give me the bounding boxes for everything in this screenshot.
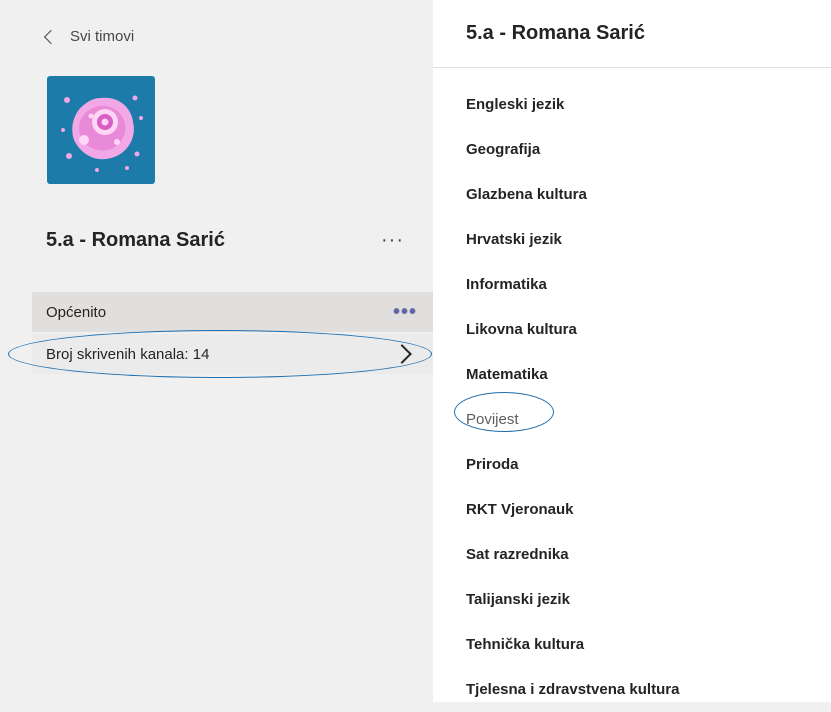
hidden-channel-item[interactable]: Engleski jezik [466,82,679,127]
channel-general[interactable]: Općenito ••• [32,292,433,332]
hidden-channel-item[interactable]: Tehnička kultura [466,622,679,667]
team-name: 5.a - Romana Sarić [46,228,225,251]
hidden-channels-panel: 5.a - Romana Sarić Engleski jezik Geogra… [433,0,831,702]
left-pane: Svi timovi 5.a - Romana Sarić ··· Općeni… [0,0,433,702]
hidden-channel-item[interactable]: Informatika [466,262,679,307]
hidden-channel-item[interactable]: Priroda [466,442,679,487]
back-to-teams-link[interactable]: Svi timovi [43,24,135,48]
channel-general-label: Općenito [46,303,107,321]
hidden-channel-list: Engleski jezik Geografija Glazbena kultu… [466,82,679,712]
back-link-label: Svi timovi [70,27,135,45]
hidden-channel-item[interactable]: Talijanski jezik [466,577,679,622]
team-avatar [47,76,155,184]
channel-more-options-icon[interactable]: ••• [393,302,417,322]
hidden-panel-title: 5.a - Romana Sarić [466,22,645,44]
team-header: 5.a - Romana Sarić ··· [46,222,408,258]
chevron-left-icon [43,29,59,44]
hidden-channels-label: Broj skrivenih kanala: 14 [46,345,210,363]
hidden-channels-row[interactable]: Broj skrivenih kanala: 14 [32,334,433,374]
hidden-channel-item[interactable]: Sat razrednika [466,532,679,577]
hidden-panel-header: 5.a - Romana Sarić [433,0,831,68]
hidden-channel-item-povijest[interactable]: Povijest [466,397,679,442]
hidden-channel-item[interactable]: Matematika [466,352,679,397]
hidden-channel-item[interactable]: Hrvatski jezik [466,217,679,262]
hidden-channel-item[interactable]: Tjelesna i zdravstvena kultura [466,667,679,712]
team-more-options-icon[interactable]: ··· [377,230,408,250]
hidden-channel-item[interactable]: Likovna kultura [466,307,679,352]
hidden-channel-item[interactable]: Geografija [466,127,679,172]
hidden-channel-item[interactable]: RKT Vjeronauk [466,487,679,532]
hidden-channel-item[interactable]: Glazbena kultura [466,172,679,217]
chevron-right-icon [392,344,412,364]
cell-icon [61,95,143,172]
